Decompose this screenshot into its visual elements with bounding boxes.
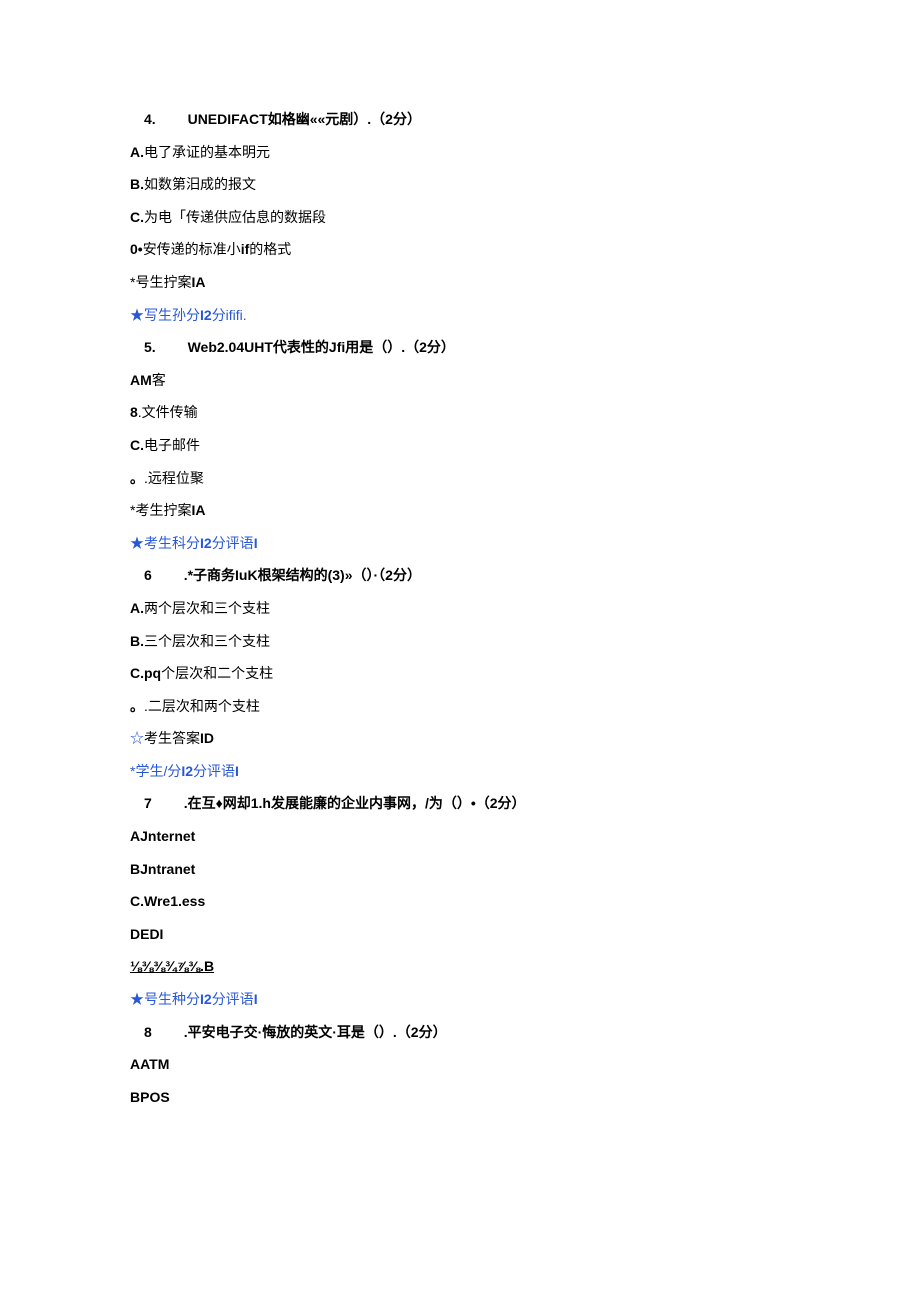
q6-score: *学生/分I2分评语I [130,758,790,785]
q7-option-A: AJnternet [130,823,790,850]
question-5-text: Web2.04UHT代表性的Jfi用是（）.（2分） [188,339,455,355]
question-7-stem: 7 .在互♦网却1.h发展能廉的企业内事网，/为（）•（2分） [130,790,790,817]
q6-option-B: B.三个层次和三个支柱 [130,628,790,655]
q7-score: ★号生种分I2分评语I [130,986,790,1013]
q8-option-A: AATM [130,1051,790,1078]
question-4-number: 4. [144,106,156,133]
question-6-stem: 6 .*子商务IuK根架结构的(3)»（）·（2分） [130,562,790,589]
question-6-number: 6 [144,562,152,589]
q5-option-B: 8.文件传输 [130,399,790,426]
star-icon: ★ [130,991,144,1007]
q6-option-C: C.pq个层次和二个支柱 [130,660,790,687]
star-icon: ★ [130,535,144,551]
q7-option-D: DEDI [130,921,790,948]
q4-student-answer: *号生拧案IA [130,269,790,296]
q5-option-D: 。.远程位聚 [130,465,790,492]
q8-option-B: BPOS [130,1084,790,1111]
q4-option-C: C.为电「传递供应估息的数据段 [130,204,790,231]
star-icon: ★ [130,307,144,323]
question-7-number: 7 [144,790,152,817]
q7-student-answer: ⅛⅜⅜¾⅞⅜.B [130,953,790,980]
question-5-number: 5. [144,334,156,361]
question-8-stem: 8 .平安电子交·悔放的英文·耳是（）.（2分） [130,1019,790,1046]
q6-option-A: A.两个层次和三个支柱 [130,595,790,622]
q5-option-A: AM客 [130,367,790,394]
question-7-text: .在互♦网却1.h发展能廉的企业内事网，/为（）•（2分） [184,795,526,811]
star-open-icon: ☆ [130,730,144,746]
q4-option-A: A.电了承证的基本明元 [130,139,790,166]
question-8-text: .平安电子交·悔放的英文·耳是（）.（2分） [184,1024,447,1040]
q5-student-answer: *考生拧案IA [130,497,790,524]
question-8-number: 8 [144,1019,152,1046]
q4-score: ★写生孙分I2分ififi. [130,302,790,329]
q7-option-B: BJntranet [130,856,790,883]
q5-score: ★考生科分I2分评语I [130,530,790,557]
q4-option-B: B.如数第汨成的报文 [130,171,790,198]
page-content: 4. UNEDIFACT如格幽««元剧）.（2分） A.电了承证的基本明元 B.… [0,0,920,1301]
q6-option-D: 。.二层次和两个支柱 [130,693,790,720]
q4-option-D: 0•安传递的标准小if的格式 [130,236,790,263]
question-4-text: UNEDIFACT如格幽««元剧）.（2分） [188,111,421,127]
question-4-stem: 4. UNEDIFACT如格幽««元剧）.（2分） [130,106,790,133]
question-5-stem: 5. Web2.04UHT代表性的Jfi用是（）.（2分） [130,334,790,361]
q7-option-C: C.Wre1.ess [130,888,790,915]
q5-option-C: C.电子邮件 [130,432,790,459]
q6-student-answer: ☆考生答案ID [130,725,790,752]
question-6-text: .*子商务IuK根架结构的(3)»（）·（2分） [184,567,421,583]
